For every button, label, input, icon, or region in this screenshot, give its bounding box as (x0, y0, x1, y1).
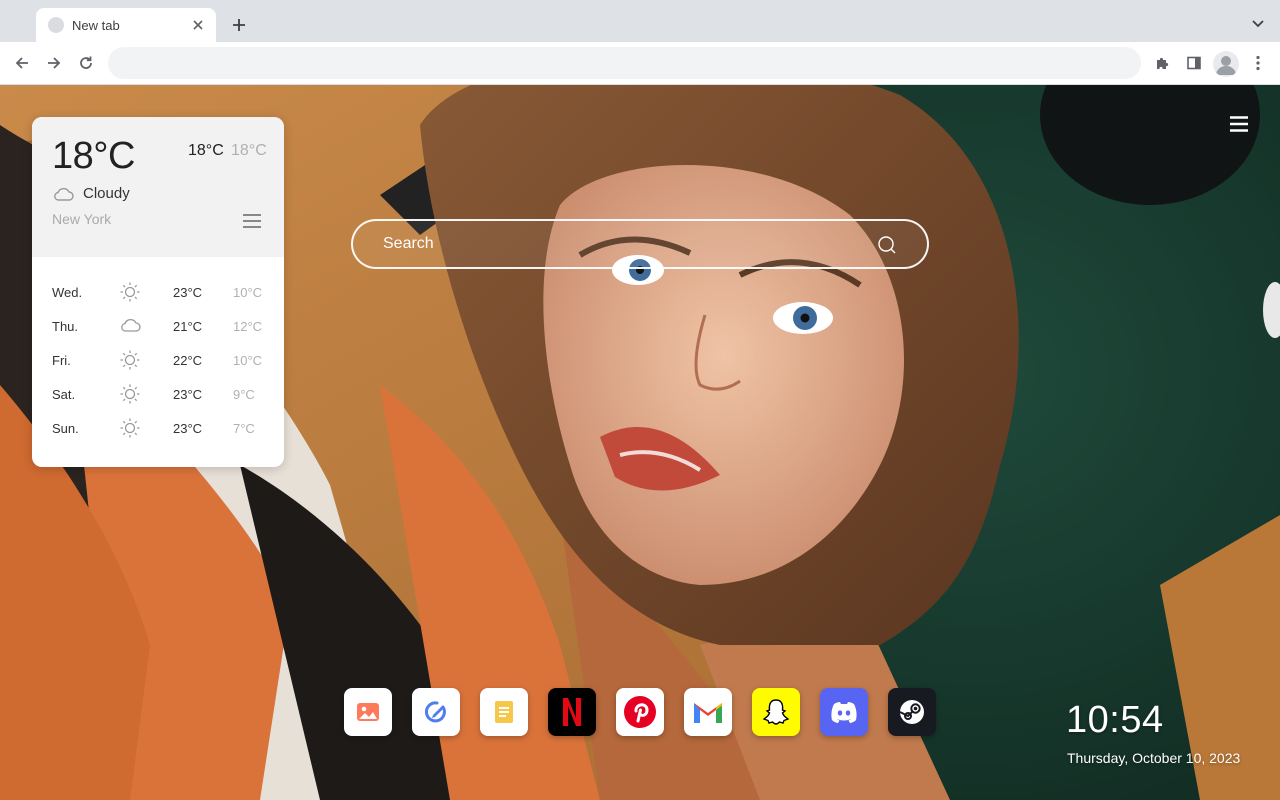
tab-new-tab[interactable]: New tab (36, 8, 216, 42)
steam-icon[interactable] (888, 688, 936, 736)
search-input[interactable] (383, 233, 863, 255)
forecast-high: 23°C (173, 387, 203, 402)
kebab-menu-icon[interactable] (1245, 50, 1271, 76)
forecast-list: Wed. 23°C 10°C Thu. 21°C 12°C Fri. 22°C … (32, 275, 284, 445)
address-bar[interactable] (108, 47, 1141, 79)
new-tab-plus-icon[interactable] (228, 14, 250, 36)
hamburger-menu-icon[interactable] (1228, 115, 1250, 135)
forecast-row: Sat. 23°C 9°C (32, 377, 284, 411)
forecast-day: Thu. (52, 319, 79, 334)
discord-icon[interactable] (820, 688, 868, 736)
forecast-day: Fri. (52, 353, 71, 368)
notepad-icon[interactable] (480, 688, 528, 736)
snapchat-icon[interactable] (752, 688, 800, 736)
weather-city: New York (52, 211, 112, 227)
today-high: 18°C (188, 142, 224, 159)
forecast-row: Fri. 22°C 10°C (32, 343, 284, 377)
side-panel-icon[interactable] (1181, 50, 1207, 76)
search-box (351, 219, 929, 269)
forecast-low: 10°C (233, 353, 263, 368)
current-temperature: 18°C (52, 135, 135, 177)
forecast-row: Sun. 23°C 7°C (32, 411, 284, 445)
back-arrow-icon[interactable] (9, 50, 35, 76)
forward-arrow-icon[interactable] (41, 50, 67, 76)
cloud-icon (119, 315, 141, 337)
pinterest-icon[interactable] (616, 688, 664, 736)
new-tab-page: 18°C 18°C 18°C Cloudy New York Wed. 23°C… (0, 85, 1280, 800)
extensions-puzzle-icon[interactable] (1149, 50, 1175, 76)
clock-time: 10:54 (1066, 699, 1164, 741)
tab-title: New tab (72, 17, 120, 33)
sun-icon (119, 417, 141, 439)
weather-menu-icon[interactable] (242, 213, 262, 231)
forecast-high: 23°C (173, 421, 203, 436)
forecast-day: Wed. (52, 285, 83, 300)
forecast-row: Wed. 23°C 10°C (32, 275, 284, 309)
reload-icon[interactable] (73, 50, 99, 76)
search-icon[interactable] (877, 235, 897, 255)
forecast-low: 10°C (233, 285, 263, 300)
today-low: 18°C (231, 142, 267, 159)
forecast-high: 22°C (173, 353, 203, 368)
weather-condition: Cloudy (83, 185, 130, 202)
forecast-high: 23°C (173, 285, 203, 300)
tab-favicon-icon (48, 17, 64, 33)
gmail-icon[interactable] (684, 688, 732, 736)
sun-icon (119, 281, 141, 303)
forecast-low: 12°C (233, 319, 263, 334)
sun-icon (119, 383, 141, 405)
forecast-day: Sat. (52, 387, 76, 402)
forecast-low: 7°C (233, 421, 255, 436)
forecast-day: Sun. (52, 421, 79, 436)
weather-widget: 18°C 18°C 18°C Cloudy New York Wed. 23°C… (32, 117, 284, 467)
image-icon[interactable] (344, 688, 392, 736)
chevron-down-icon[interactable] (1248, 14, 1268, 34)
profile-avatar-icon[interactable] (1213, 51, 1239, 77)
shortcut-dock (344, 688, 936, 736)
browser-toolbar (0, 42, 1280, 85)
sun-icon (119, 349, 141, 371)
forecast-low: 9°C (233, 387, 255, 402)
netflix-icon[interactable] (548, 688, 596, 736)
clock-date: Thursday, October 10, 2023 (1067, 750, 1241, 766)
weather-header: 18°C 18°C 18°C Cloudy New York (32, 117, 284, 257)
forecast-row: Thu. 21°C 12°C (32, 309, 284, 343)
pen-circle-icon[interactable] (412, 688, 460, 736)
cloud-icon (52, 185, 74, 203)
close-icon[interactable] (190, 17, 206, 33)
forecast-high: 21°C (173, 319, 203, 334)
tab-strip: New tab (0, 0, 1280, 42)
